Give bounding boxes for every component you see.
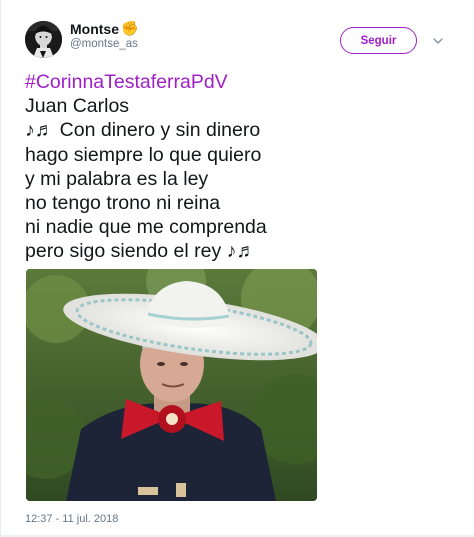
- raised-fist-emoji: ✊: [121, 20, 139, 36]
- avatar-icon: [25, 21, 62, 58]
- tweet-timestamp[interactable]: 12:37 - 11 jul. 2018: [25, 513, 118, 525]
- user-handle[interactable]: @montse_as: [70, 38, 138, 50]
- tweet-photo[interactable]: [26, 269, 317, 501]
- user-name[interactable]: Montse ✊: [70, 20, 138, 37]
- tweet-line: Juan Carlos: [25, 95, 130, 118]
- tweet-line: pero sigo siendo el rey ♪♬: [25, 240, 256, 263]
- hashtag-link[interactable]: #CorinnaTestaferraPdV: [25, 70, 455, 94]
- tweet-card: Montse ✊ @montse_as Seguir #CorinnaTesta…: [0, 0, 474, 537]
- tweet-line: hago siempre lo que quiero: [25, 143, 262, 166]
- tweet-line: ♪♬ Con dinero y sin dinero: [25, 119, 261, 142]
- avatar[interactable]: [25, 21, 62, 58]
- tweet-line: no tengo trono ni reina: [25, 192, 221, 215]
- user-name-text: Montse: [70, 20, 119, 37]
- tweet-line: ni nadie que me comprenda: [25, 216, 267, 239]
- tweet-text: #CorinnaTestaferraPdV Juan Carlos ♪♬ Con…: [25, 70, 455, 264]
- tweet-line: y mi palabra es la ley: [25, 167, 209, 190]
- chevron-down-icon[interactable]: [432, 35, 444, 47]
- photo-icon: [26, 269, 317, 501]
- card-border: [0, 0, 1, 537]
- follow-button[interactable]: Seguir: [340, 27, 417, 54]
